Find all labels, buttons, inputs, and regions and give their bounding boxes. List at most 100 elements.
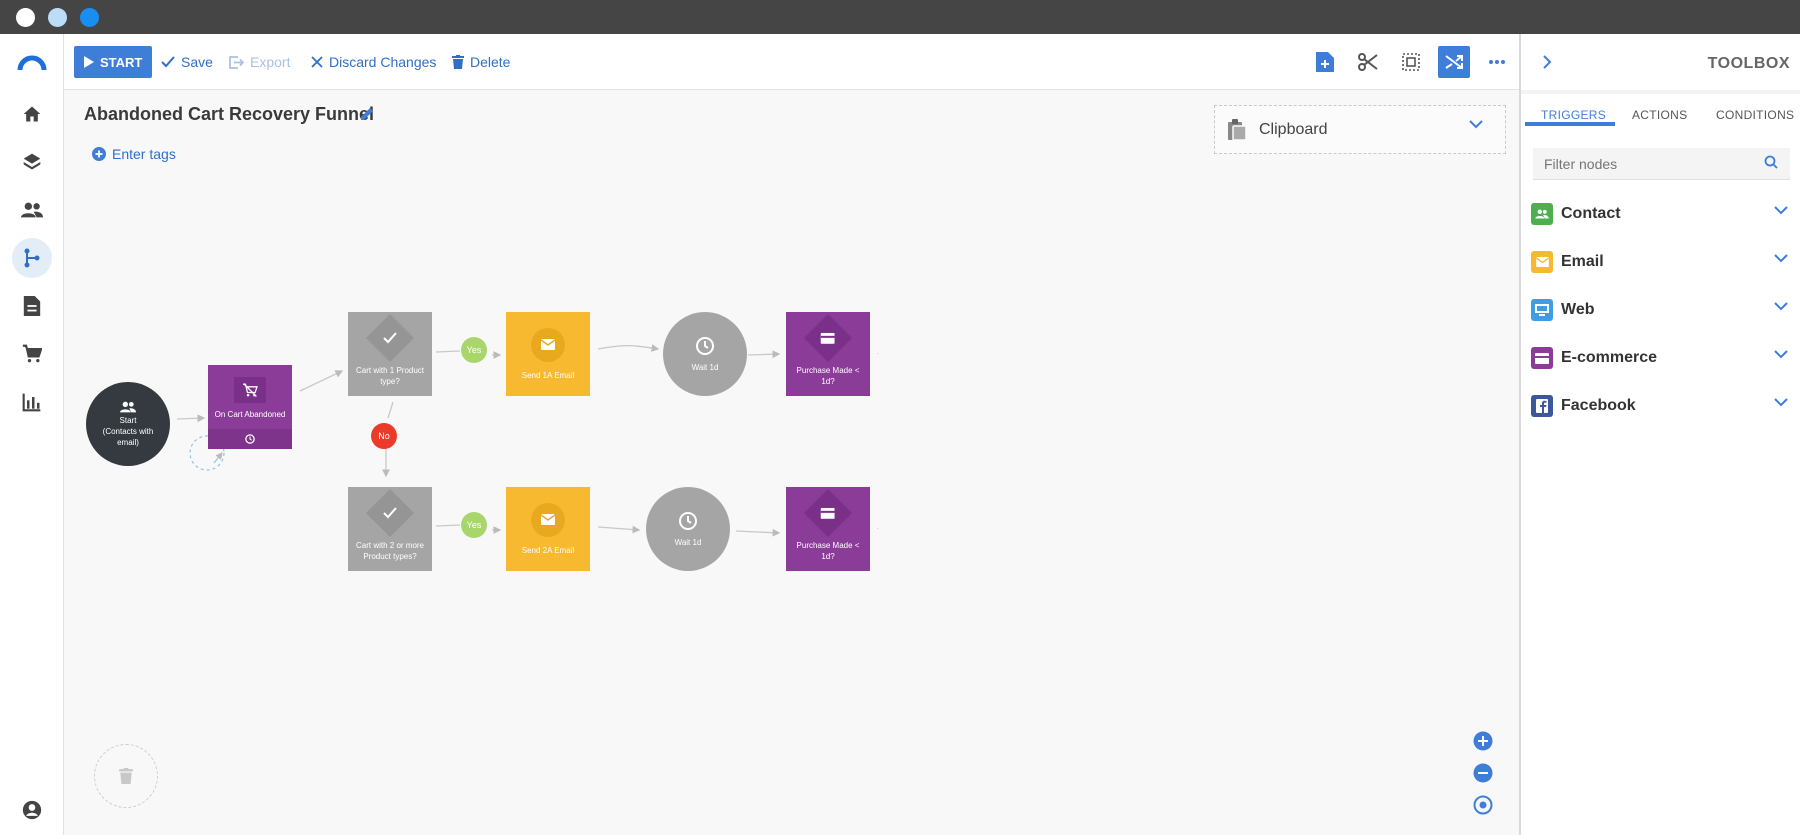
yes-branch-badge[interactable]: Yes — [461, 512, 487, 538]
export-button[interactable]: Export — [229, 46, 290, 78]
card-icon — [803, 313, 853, 363]
toolbox-header: TOOLBOX — [1521, 34, 1800, 90]
chevron-down-icon — [1774, 398, 1788, 407]
filter-nodes-input[interactable] — [1533, 148, 1790, 180]
email-icon — [1531, 251, 1553, 273]
toolbox-tabs: TRIGGERS ACTIONS CONDITIONS — [1521, 90, 1800, 136]
trigger-node-label: On Cart Abandoned — [214, 410, 286, 419]
document-icon[interactable] — [12, 286, 52, 326]
window-minimize-dot[interactable] — [48, 8, 67, 27]
logo-icon[interactable] — [12, 42, 52, 82]
email-node-2[interactable]: Send 2A Email — [506, 487, 590, 571]
recenter-icon[interactable] — [1472, 794, 1494, 816]
purchase-condition-node-2[interactable]: Purchase Made < 1d? — [786, 487, 870, 571]
start-label: START — [100, 54, 143, 70]
flow-connectors: . . — [176, 344, 879, 537]
card-icon — [1531, 347, 1553, 369]
zoom-out-icon[interactable] — [1472, 762, 1494, 784]
start-node[interactable]: Start (Contacts with email) — [86, 382, 170, 466]
condition-node-2-label: Cart with 2 or more Product types? — [355, 541, 425, 561]
category-label: Email — [1561, 253, 1604, 270]
clock-icon — [696, 336, 714, 355]
purchase-condition-node-1[interactable]: Purchase Made < 1d? — [786, 312, 870, 396]
email-node-1[interactable]: Send 1A Email — [506, 312, 590, 396]
layers-icon[interactable] — [12, 142, 52, 182]
contacts-icon — [1531, 203, 1553, 225]
save-label: Save — [181, 54, 213, 70]
add-note-icon[interactable] — [1309, 46, 1341, 78]
play-icon — [84, 56, 94, 68]
check-icon — [365, 488, 415, 538]
toolbox-title: TOOLBOX — [1707, 55, 1790, 72]
condition-node-2[interactable]: Cart with 2 or more Product types? — [348, 487, 432, 571]
flow-canvas[interactable]: Abandoned Cart Recovery Funnel Enter tag… — [64, 90, 1519, 835]
delete-button[interactable]: Delete — [452, 46, 510, 78]
export-icon — [229, 55, 244, 69]
category-label: Facebook — [1561, 397, 1636, 414]
scissors-icon[interactable] — [1352, 46, 1384, 78]
window-maximize-dot[interactable] — [80, 8, 99, 27]
zoom-in-icon[interactable] — [1472, 730, 1494, 752]
category-label: Web — [1561, 301, 1595, 318]
home-icon[interactable] — [12, 94, 52, 134]
export-label: Export — [250, 54, 291, 70]
category-label: E-commerce — [1561, 349, 1658, 366]
account-icon[interactable] — [12, 790, 52, 830]
flow-icon[interactable] — [12, 238, 52, 278]
condition-node-1[interactable]: Cart with 1 Product type? — [348, 312, 432, 396]
top-toolbar: START Save Export Discard Changes Delete — [64, 34, 1519, 90]
save-button[interactable]: Save — [161, 46, 213, 78]
clock-icon — [208, 429, 292, 449]
window-titlebar — [0, 0, 1800, 34]
window-close-dot[interactable] — [16, 8, 35, 27]
wait-node-2-label: Wait 1d — [674, 537, 702, 547]
chevron-down-icon — [1774, 302, 1788, 311]
delete-label: Delete — [470, 54, 511, 70]
monitor-icon — [1531, 299, 1553, 321]
check-icon — [365, 313, 415, 363]
left-nav — [0, 34, 64, 835]
category-email[interactable]: Email — [1531, 247, 1788, 277]
tab-actions[interactable]: ACTIONS — [1632, 108, 1687, 122]
category-facebook[interactable]: Facebook — [1531, 391, 1788, 421]
start-button[interactable]: START — [74, 46, 153, 78]
check-icon — [161, 56, 175, 68]
start-node-label: Start (Contacts with email) — [102, 415, 154, 447]
chevron-down-icon — [1774, 350, 1788, 359]
yes-branch-badge[interactable]: Yes — [461, 337, 487, 363]
toolbox-panel: TOOLBOX TRIGGERS ACTIONS CONDITIONS Cont… — [1519, 34, 1800, 835]
email-icon — [531, 327, 565, 362]
trash-icon — [452, 55, 464, 69]
no-branch-badge[interactable]: No — [371, 423, 397, 449]
wait-node-1[interactable]: Wait 1d — [663, 312, 747, 396]
wait-node-2[interactable]: Wait 1d — [646, 487, 730, 571]
chevron-down-icon — [1774, 254, 1788, 263]
tab-triggers[interactable]: TRIGGERS — [1541, 108, 1606, 122]
clock-icon — [679, 511, 697, 530]
discard-label: Discard Changes — [329, 54, 437, 70]
facebook-icon — [1531, 395, 1553, 417]
category-contact[interactable]: Contact — [1531, 199, 1788, 229]
svg-text:.: . — [877, 350, 879, 356]
search-icon[interactable] — [1764, 155, 1778, 169]
email-node-2-label: Send 2A Email — [521, 545, 575, 555]
discard-changes-button[interactable]: Discard Changes — [311, 46, 436, 78]
category-web[interactable]: Web — [1531, 295, 1788, 325]
wait-node-1-label: Wait 1d — [691, 362, 719, 372]
chevron-right-icon[interactable] — [1543, 55, 1552, 69]
more-icon[interactable] — [1481, 46, 1513, 78]
category-ecommerce[interactable]: E-commerce — [1531, 343, 1788, 373]
trash-drop-zone[interactable] — [94, 744, 158, 808]
card-icon — [803, 488, 853, 538]
svg-text:.: . — [877, 525, 879, 531]
cart-icon[interactable] — [12, 334, 52, 374]
select-area-icon[interactable] — [1395, 46, 1427, 78]
trigger-node-cart-abandoned[interactable]: On Cart Abandoned — [208, 365, 292, 449]
purchase-node-1-label: Purchase Made < 1d? — [796, 366, 860, 386]
condition-node-1-label: Cart with 1 Product type? — [355, 366, 425, 386]
shuffle-icon[interactable] — [1438, 46, 1470, 78]
chart-icon[interactable] — [12, 382, 52, 422]
tab-conditions[interactable]: CONDITIONS — [1716, 108, 1794, 122]
contacts-icon[interactable] — [12, 190, 52, 230]
contacts-icon — [120, 401, 136, 412]
